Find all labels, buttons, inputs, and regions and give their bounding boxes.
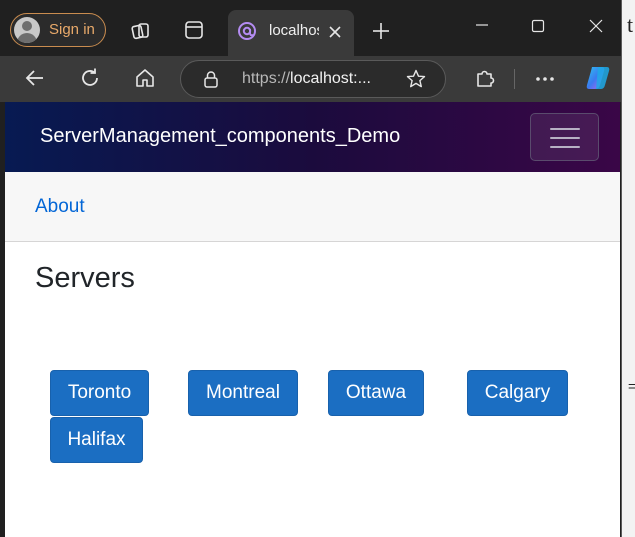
hamburger-icon [550,146,580,148]
server-button-calgary[interactable]: Calgary [467,370,568,416]
hamburger-icon [550,128,580,130]
about-link[interactable]: About [35,196,85,218]
background-window-glyph-2: = [628,378,635,394]
sign-in-label: Sign in [49,21,95,38]
extensions-icon[interactable] [474,67,496,89]
background-window [620,0,635,537]
close-tab-icon[interactable] [326,23,344,41]
blazor-icon [238,22,256,40]
hamburger-icon [550,137,580,139]
favorite-star-icon[interactable] [406,69,426,89]
server-button-toronto[interactable]: Toronto [50,370,149,416]
web-page: ServerManagement_components_Demo About S… [5,102,620,537]
background-window-glyph: t [627,12,634,37]
copilot-icon[interactable] [583,64,613,92]
new-tab-icon[interactable] [371,21,391,41]
page-title: Servers [35,262,135,294]
toolbar-separator [514,69,515,89]
url-text: https://localhost:... [242,70,371,87]
address-bar[interactable]: https://localhost:... [180,60,446,98]
tab-bar: Sign in localhost [0,0,621,56]
top-row: About [5,172,620,242]
top-navbar: ServerManagement_components_Demo [5,102,620,172]
desktop: t = Sign in localho https://localhost:..… [0,0,635,537]
navbar-toggle-button[interactable] [530,113,599,161]
workspaces-icon[interactable] [130,20,152,42]
profile-avatar-icon [14,17,40,43]
more-options-icon[interactable] [535,76,555,82]
tab-localhost[interactable]: localhost [228,10,354,56]
brand-title[interactable]: ServerManagement_components_Demo [40,125,400,148]
lock-icon[interactable] [202,70,220,88]
minimize-icon[interactable] [475,18,489,32]
tab-actions-icon[interactable] [184,20,204,40]
refresh-icon[interactable] [79,67,101,89]
close-window-icon[interactable] [589,19,603,33]
back-icon[interactable] [24,67,46,89]
browser-window: Sign in localhost [0,0,622,537]
maximize-icon[interactable] [531,19,545,33]
sign-in-button[interactable]: Sign in [10,13,106,47]
home-icon[interactable] [134,67,156,89]
tab-title: localhost [269,22,319,39]
server-button-halifax[interactable]: Halifax [50,417,143,463]
server-button-ottawa[interactable]: Ottawa [328,370,424,416]
server-button-montreal[interactable]: Montreal [188,370,298,416]
browser-toolbar: https://localhost:... [0,56,621,102]
